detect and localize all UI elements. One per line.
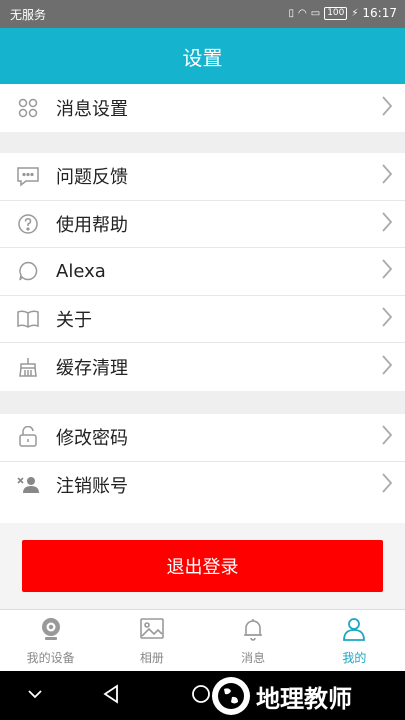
page-title: 设置 bbox=[182, 45, 223, 70]
lock-icon bbox=[0, 426, 56, 448]
tab-album[interactable]: 相册 bbox=[101, 610, 202, 671]
menu-item-delete-account[interactable]: 注销账号 bbox=[0, 462, 405, 510]
menu-item-message-settings[interactable]: 消息设置 bbox=[0, 84, 405, 132]
logout-button[interactable]: 退出登录 bbox=[22, 540, 383, 592]
chevron-right-icon bbox=[381, 306, 393, 332]
chevron-right-icon bbox=[381, 163, 393, 189]
bell-icon bbox=[240, 616, 266, 645]
vibrate-icon: ▯ bbox=[288, 7, 294, 19]
tab-label: 我的设备 bbox=[26, 650, 75, 665]
tab-me[interactable]: 我的 bbox=[304, 610, 405, 671]
status-icons: ▯ ◠ ▭ 100 ⚡ 16:17 bbox=[288, 6, 397, 20]
chevron-right-icon bbox=[381, 354, 393, 380]
help-circle-icon bbox=[0, 213, 56, 235]
page-header: 设置 bbox=[0, 28, 405, 84]
tab-label: 我的 bbox=[342, 650, 367, 665]
charging-icon: ⚡ bbox=[351, 7, 359, 19]
watermark: 地理教师 bbox=[212, 674, 352, 718]
broom-icon bbox=[0, 356, 56, 378]
menu-item-label: 缓存清理 bbox=[56, 357, 128, 379]
home-icon[interactable] bbox=[190, 683, 212, 709]
sim-icon: ▭ bbox=[310, 7, 321, 19]
battery-icon: 100 bbox=[324, 6, 348, 20]
chevron-right-icon bbox=[381, 472, 393, 498]
carrier-text: 无服务 bbox=[10, 8, 47, 22]
camera-icon bbox=[38, 616, 64, 645]
watermark-text: 地理教师 bbox=[256, 684, 352, 713]
menu-item-label: 关于 bbox=[56, 309, 92, 331]
clock-text: 16:17 bbox=[362, 6, 397, 20]
menu-item-label: 问题反馈 bbox=[56, 167, 128, 189]
bottom-tab-bar: 我的设备 相册 消息 我的 bbox=[0, 609, 405, 671]
menu-item-label: Alexa bbox=[56, 260, 106, 282]
chevron-right-icon bbox=[381, 95, 393, 121]
menu-item-feedback[interactable]: 问题反馈 bbox=[0, 153, 405, 201]
chevron-right-icon bbox=[381, 424, 393, 450]
wifi-icon: ◠ bbox=[298, 7, 307, 19]
menu-item-label: 使用帮助 bbox=[56, 214, 128, 236]
image-icon bbox=[139, 616, 165, 645]
menu-item-label: 消息设置 bbox=[56, 98, 128, 120]
menu-item-label: 注销账号 bbox=[56, 476, 128, 498]
hide-nav-icon[interactable] bbox=[26, 683, 44, 709]
settings-group-3: 修改密码 注销账号 bbox=[0, 414, 405, 523]
menu-item-alexa[interactable]: Alexa bbox=[0, 248, 405, 296]
chevron-right-icon bbox=[381, 258, 393, 284]
book-icon bbox=[0, 308, 56, 330]
person-icon bbox=[341, 616, 367, 645]
menu-item-help[interactable]: 使用帮助 bbox=[0, 201, 405, 248]
tab-my-devices[interactable]: 我的设备 bbox=[0, 610, 101, 671]
chat-bubble-icon bbox=[0, 165, 56, 187]
globe-logo-icon bbox=[212, 677, 250, 715]
menu-item-change-password[interactable]: 修改密码 bbox=[0, 414, 405, 462]
status-bar: 无服务 ▯ ◠ ▭ 100 ⚡ 16:17 bbox=[0, 0, 405, 28]
speech-icon bbox=[0, 260, 56, 282]
grid-icon bbox=[0, 97, 56, 119]
chevron-right-icon bbox=[381, 211, 393, 237]
tab-messages[interactable]: 消息 bbox=[203, 610, 304, 671]
menu-item-label: 修改密码 bbox=[56, 428, 128, 450]
menu-item-clear-cache[interactable]: 缓存清理 bbox=[0, 343, 405, 391]
remove-user-icon bbox=[0, 474, 56, 496]
tab-label: 消息 bbox=[241, 650, 266, 665]
back-icon[interactable] bbox=[102, 683, 120, 709]
settings-group-2: 问题反馈 使用帮助 Alexa 关于 缓存清理 bbox=[0, 153, 405, 391]
settings-group-1: 消息设置 bbox=[0, 84, 405, 132]
tab-label: 相册 bbox=[139, 650, 164, 665]
menu-item-about[interactable]: 关于 bbox=[0, 296, 405, 343]
